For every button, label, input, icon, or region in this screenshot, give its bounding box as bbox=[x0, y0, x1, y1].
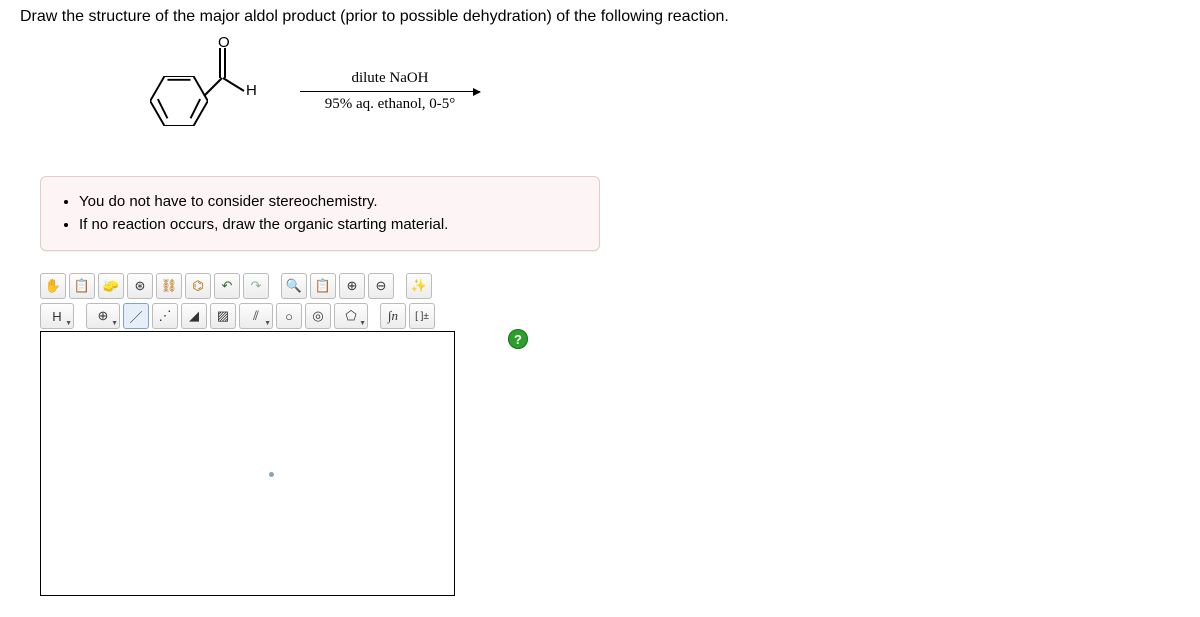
reagent-top: dilute NaOH bbox=[300, 70, 480, 87]
chain-tool-icon[interactable]: ⛓ bbox=[156, 273, 182, 299]
undo-icon[interactable]: ↶ bbox=[214, 273, 240, 299]
ring-tool-2-icon[interactable]: ◎ bbox=[305, 303, 331, 329]
chevron-down-icon: ▼ bbox=[65, 320, 72, 327]
chevron-down-icon: ▼ bbox=[111, 320, 118, 327]
instructions-box: You do not have to consider stereochemis… bbox=[40, 176, 600, 251]
starting-material: O H bbox=[140, 36, 260, 146]
cursor-dot-icon bbox=[269, 472, 274, 477]
wedge-bond-tool-icon[interactable]: ◢ bbox=[181, 303, 207, 329]
toolbar-row-2: H▼ ⊕▼ ／ ⋰ ◢ ▨ ⫽▼ ○ ◎ ⬠▼ ∫n [ ]± bbox=[40, 301, 500, 331]
clean-tool-icon[interactable]: ✨ bbox=[406, 273, 432, 299]
template-tool-icon[interactable]: ⌬ bbox=[185, 273, 211, 299]
reaction-arrow: dilute NaOH 95% aq. ethanol, 0-5° bbox=[300, 70, 480, 113]
structure-editor: ✋ 📋 🧽 ⊛ ⛓ ⌬ ↶ ↷ 🔍 📋 ⊕ ⊖ ✨ H▼ ⊕▼ ／ ⋰ ◢ ▨ … bbox=[40, 271, 500, 596]
zoom-in-icon[interactable]: ⊕ bbox=[339, 273, 365, 299]
reagent-bottom: 95% aq. ethanol, 0-5° bbox=[300, 96, 480, 113]
spacer bbox=[397, 273, 403, 299]
select-tool-icon[interactable]: 📋 bbox=[69, 273, 95, 299]
instruction-item: You do not have to consider stereochemis… bbox=[79, 191, 579, 214]
zoom-out-icon[interactable]: ⊖ bbox=[368, 273, 394, 299]
drawing-canvas[interactable] bbox=[40, 331, 455, 596]
charge-tool[interactable]: ⊕▼ bbox=[86, 303, 120, 329]
view-tool-icon[interactable]: 🔍 bbox=[281, 273, 307, 299]
atom-tool-icon[interactable]: ⊛ bbox=[127, 273, 153, 299]
dotted-bond-tool-icon[interactable]: ⋰ bbox=[152, 303, 178, 329]
aldehyde-group-icon: O H bbox=[192, 36, 262, 119]
erase-tool-icon[interactable]: 🧽 bbox=[98, 273, 124, 299]
spacer bbox=[272, 273, 278, 299]
arrow-line-icon bbox=[300, 91, 480, 92]
chevron-down-icon: ▼ bbox=[264, 320, 271, 327]
ring-tool-3-icon[interactable]: ⬠▼ bbox=[334, 303, 368, 329]
ring-tool-1-icon[interactable]: ○ bbox=[276, 303, 302, 329]
bracket-tool-icon[interactable]: [ ]± bbox=[409, 303, 435, 329]
toolbar-row-1: ✋ 📋 🧽 ⊛ ⛓ ⌬ ↶ ↷ 🔍 📋 ⊕ ⊖ ✨ bbox=[40, 271, 500, 301]
chevron-down-icon: ▼ bbox=[359, 320, 366, 327]
h-label: H bbox=[246, 82, 257, 99]
instruction-item: If no reaction occurs, draw the organic … bbox=[79, 214, 579, 237]
reaction-scheme: O H dilute NaOH 95% aq. ethanol, 0-5° bbox=[140, 36, 1180, 146]
single-bond-tool-icon[interactable]: ／ bbox=[123, 303, 149, 329]
hash-bond-tool-icon[interactable]: ▨ bbox=[210, 303, 236, 329]
double-bond-tool-icon[interactable]: ⫽▼ bbox=[239, 303, 273, 329]
element-picker[interactable]: H▼ bbox=[40, 303, 74, 329]
redo-icon[interactable]: ↷ bbox=[243, 273, 269, 299]
svg-text:O: O bbox=[218, 36, 230, 51]
help-button[interactable]: ? bbox=[508, 329, 528, 349]
sn-tool-icon[interactable]: ∫n bbox=[380, 303, 406, 329]
spacer bbox=[371, 303, 377, 329]
paste-tool-icon[interactable]: 📋 bbox=[310, 273, 336, 299]
spacer bbox=[77, 303, 83, 329]
question-text: Draw the structure of the major aldol pr… bbox=[20, 8, 1180, 26]
hand-tool-icon[interactable]: ✋ bbox=[40, 273, 66, 299]
